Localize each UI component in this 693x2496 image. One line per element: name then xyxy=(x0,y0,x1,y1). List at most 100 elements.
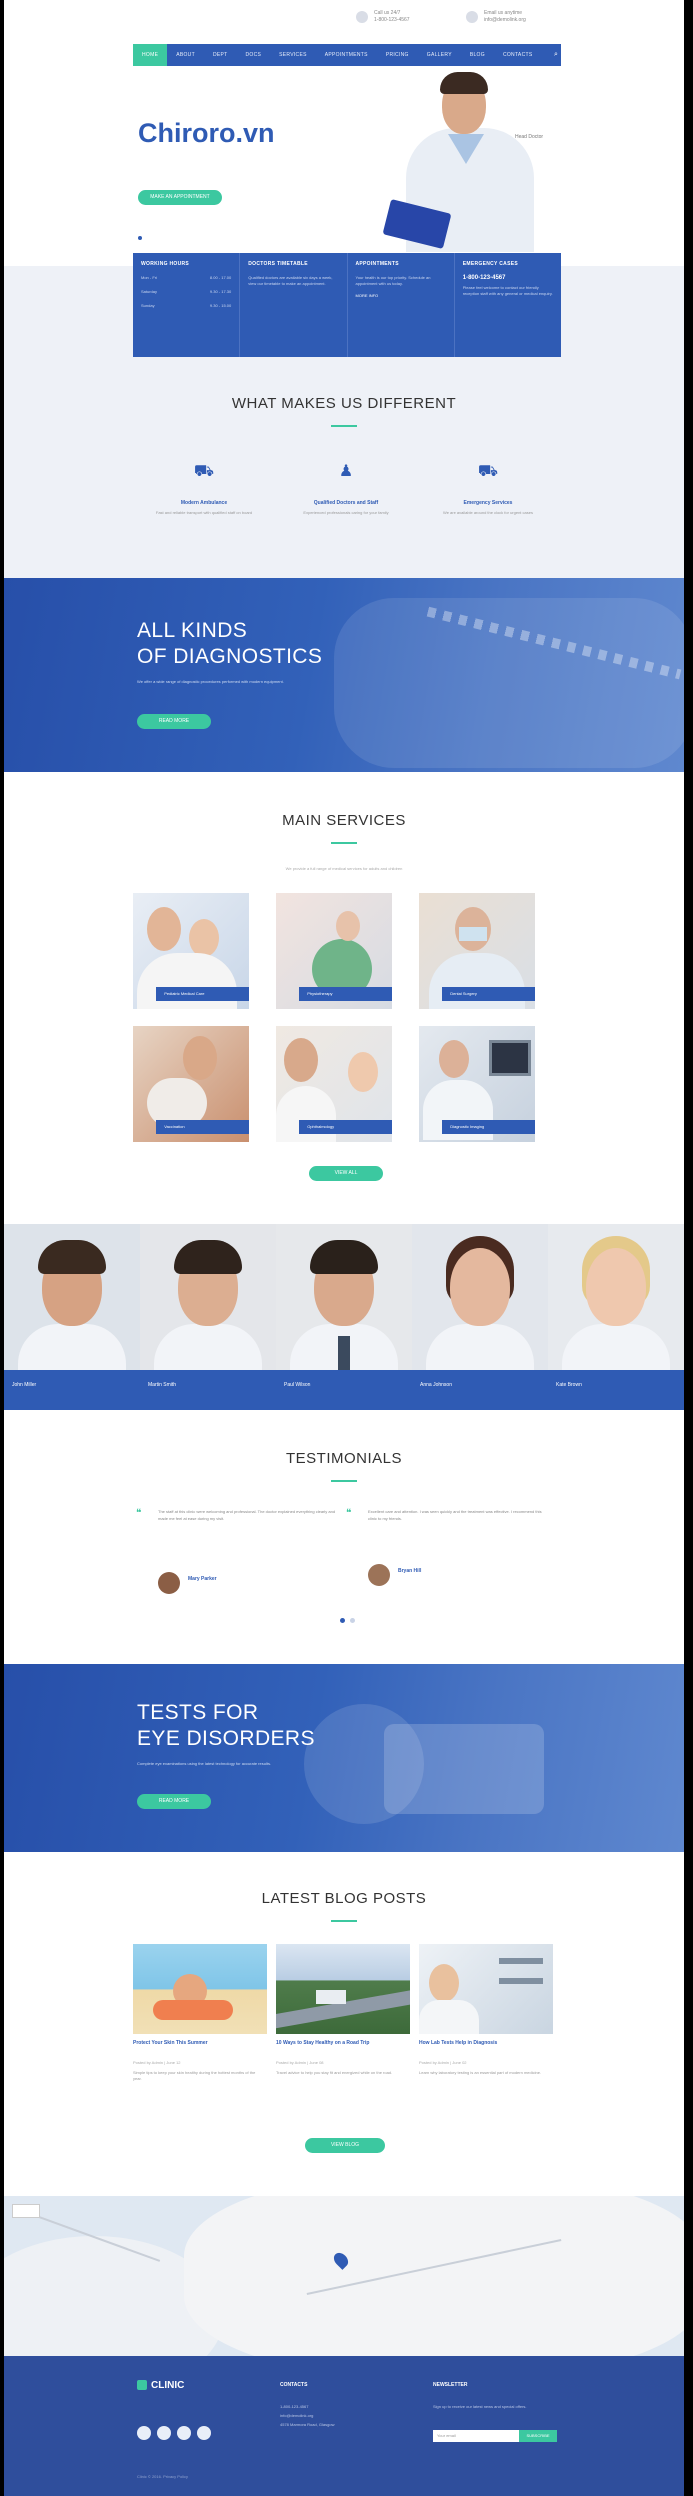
blog-post[interactable]: Protect Your Skin This Summer Posted by … xyxy=(133,1944,267,2124)
appointments-box: APPOINTMENTS Your health is our top prio… xyxy=(348,253,455,357)
linkedin-icon[interactable] xyxy=(197,2426,211,2440)
footer-contact-address: 4578 Marmora Road, Glasgow xyxy=(280,2422,335,2427)
blog-post-excerpt: Learn why laboratory testing is an essen… xyxy=(419,2070,542,2075)
blog-post-excerpt: Travel advice to help you stay fit and e… xyxy=(276,2070,393,2075)
service-card[interactable]: Ophthalmology xyxy=(276,1026,392,1142)
testimonial-item: ❝ The staff at this clinic were welcomin… xyxy=(136,1508,336,1598)
hero-caption: Head Doctor xyxy=(515,134,544,140)
doctor-name: Kate Brown xyxy=(556,1382,582,1388)
footer-contact-email[interactable]: info@demolink.org xyxy=(280,2411,334,2420)
doctor-caption: Anna Johnson xyxy=(412,1370,548,1410)
nav-item-docs[interactable]: DOCS xyxy=(236,44,270,66)
footer: CLINIC CONTACTS 1-800-123-4567 info@demo… xyxy=(4,2356,684,2496)
header-email[interactable]: Email us anytime info@demolink.org xyxy=(466,10,526,24)
eye-button[interactable]: READ MORE xyxy=(137,1794,211,1809)
testimonial-text: Excellent care and attention. I was seen… xyxy=(368,1509,542,1521)
testimonials-title: TESTIMONIALS xyxy=(285,1450,403,1467)
doctor-card[interactable]: Martin Smith xyxy=(140,1224,276,1410)
doctor-card[interactable]: Kate Brown xyxy=(548,1224,684,1410)
map-type-control[interactable] xyxy=(12,2204,40,2218)
eye-banner: TESTS FOR EYE DISORDERS Complete eye exam… xyxy=(4,1664,684,1852)
doctor-face xyxy=(450,1248,510,1326)
diagnostics-text: We offer a wide range of diagnostic proc… xyxy=(137,679,284,684)
blog-photo-shelf xyxy=(499,1958,543,1964)
search-icon[interactable]: ⌕ xyxy=(551,44,561,66)
emergency-title: EMERGENCY CASES xyxy=(462,261,519,267)
carousel-dot[interactable] xyxy=(350,1618,355,1623)
blog-post-meta: Posted by Admin | June 08 xyxy=(276,2060,324,2065)
header-phone[interactable]: Call us 24/7 1-800-123-4567 xyxy=(356,10,410,24)
footer-contacts-list: 1-800-123-4567 info@demolink.org 4578 Ma… xyxy=(280,2402,334,2429)
doctor-caption: Kate Brown xyxy=(548,1370,684,1410)
blog-photo-person xyxy=(429,1964,459,2002)
appointments-link[interactable]: MORE INFO xyxy=(356,293,379,299)
appointment-button[interactable]: MAKE AN APPOINTMENT xyxy=(138,190,222,205)
newsletter-subscribe-button[interactable]: SUBSCRIBE xyxy=(519,2430,557,2442)
blog-post-title[interactable]: Protect Your Skin This Summer xyxy=(133,2040,267,2047)
hours-row: Sunday 9.30 - 15.00 xyxy=(141,303,231,309)
blog-post-title[interactable]: How Lab Tests Help in Diagnosis xyxy=(419,2040,553,2047)
nav-item-blog[interactable]: BLOG xyxy=(461,44,494,66)
blog-photo-bus xyxy=(316,1990,346,2004)
blog-title: LATEST BLOG POSTS xyxy=(261,1890,427,1907)
blog-post-image xyxy=(276,1944,410,2034)
newsletter-email-input[interactable]: Your email xyxy=(433,2430,519,2442)
doctor-tie xyxy=(338,1336,350,1372)
footer-logo[interactable]: CLINIC xyxy=(137,2380,184,2391)
slider-dot[interactable] xyxy=(138,236,142,240)
quote-icon: ❝ xyxy=(346,1508,352,1519)
service-card[interactable]: Diagnostic Imaging xyxy=(419,1026,535,1142)
emergency-phone[interactable]: 1-800-123-4567 xyxy=(463,275,553,281)
nav-item-services[interactable]: SERVICES xyxy=(270,44,316,66)
diagnostics-button[interactable]: READ MORE xyxy=(137,714,211,729)
blog-photo-towel xyxy=(153,2000,233,2020)
banner-photo xyxy=(334,598,684,768)
service-photo-person xyxy=(348,1052,378,1092)
hours-row: Saturday 9.30 - 17.30 xyxy=(141,289,231,295)
quote-icon: ❝ xyxy=(136,1508,142,1519)
blog-post[interactable]: How Lab Tests Help in Diagnosis Posted b… xyxy=(419,1944,553,2124)
doctor-caption: John Miller xyxy=(4,1370,140,1410)
service-photo-mask xyxy=(459,927,487,941)
van-icon: ⛟ xyxy=(477,463,499,480)
nav-item-contacts[interactable]: CONTACTS xyxy=(494,44,542,66)
blog-photo-shelf xyxy=(499,1978,543,1984)
twitter-icon[interactable] xyxy=(157,2426,171,2440)
doctor-caption: Paul Wilson xyxy=(276,1370,412,1410)
nav-item-dept[interactable]: DEPT xyxy=(204,44,237,66)
hours-day: Mon - Fri xyxy=(141,275,157,280)
location-map[interactable] xyxy=(4,2196,684,2356)
hours-time: 9.30 - 15.00 xyxy=(209,303,232,308)
nav-item-appointments[interactable]: APPOINTMENTS xyxy=(316,44,377,66)
facebook-icon[interactable] xyxy=(137,2426,151,2440)
diagnostics-banner: ALL KINDS OF DIAGNOSTICS We offer a wide … xyxy=(4,578,684,772)
different-title: WHAT MAKES US DIFFERENT xyxy=(231,395,457,412)
testimonial-item: ❝ Excellent care and attention. I was se… xyxy=(346,1508,546,1598)
footer-contact-phone[interactable]: 1-800-123-4567 xyxy=(280,2402,334,2411)
doctor-card[interactable]: Paul Wilson xyxy=(276,1224,412,1410)
blog-post-image xyxy=(419,1944,553,2034)
doctor-name: Martin Smith xyxy=(148,1382,177,1388)
nav-item-about[interactable]: ABOUT xyxy=(167,44,204,66)
doctor-card[interactable]: John Miller xyxy=(4,1224,140,1410)
blog-photo-coat xyxy=(419,2000,479,2034)
doctor-card[interactable]: Anna Johnson xyxy=(412,1224,548,1410)
nav-item-home[interactable]: HOME xyxy=(133,44,168,66)
avatar xyxy=(158,1572,180,1594)
service-card[interactable]: Pediatric Medical Care xyxy=(133,893,249,1009)
doctor-name: Paul Wilson xyxy=(284,1382,311,1388)
blog-view-button[interactable]: VIEW BLOG xyxy=(305,2138,385,2153)
service-photo-person xyxy=(336,911,360,941)
title-underline xyxy=(331,1920,357,1922)
service-card[interactable]: Dental Surgery xyxy=(419,893,535,1009)
nav-item-gallery[interactable]: GALLERY xyxy=(418,44,461,66)
carousel-dot-active[interactable] xyxy=(340,1618,345,1623)
service-card[interactable]: Vaccination xyxy=(133,1026,249,1142)
nav-item-pricing[interactable]: PRICING xyxy=(377,44,418,66)
service-card[interactable]: Physiotherapy xyxy=(276,893,392,1009)
services-view-all-button[interactable]: VIEW ALL xyxy=(309,1166,383,1181)
google-plus-icon[interactable] xyxy=(177,2426,191,2440)
services-title: MAIN SERVICES xyxy=(282,812,406,829)
blog-post[interactable]: 10 Ways to Stay Healthy on a Road Trip P… xyxy=(276,1944,410,2124)
blog-post-title[interactable]: 10 Ways to Stay Healthy on a Road Trip xyxy=(276,2040,410,2047)
